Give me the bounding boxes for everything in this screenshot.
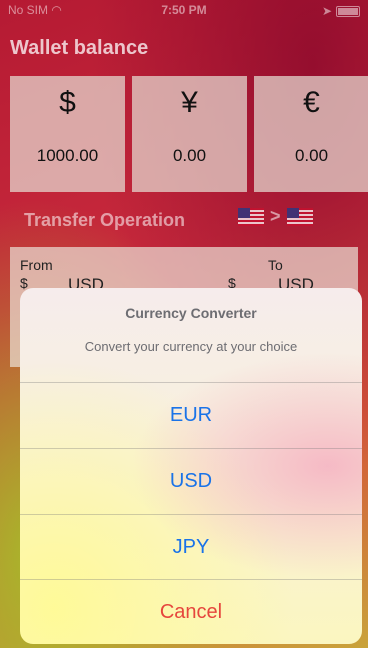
from-label: From (20, 257, 53, 273)
us-flag-icon (238, 207, 264, 226)
location-icon: ➤ (321, 4, 332, 18)
usd-option-button[interactable]: USD (20, 448, 362, 514)
transfer-title: Transfer Operation (24, 210, 186, 230)
currency-card-eur[interactable]: € 0.00 (254, 76, 368, 192)
balance-amount: 0.00 (294, 146, 329, 165)
us-flag-icon (286, 207, 313, 226)
action-sheet-header: Currency Converter Convert your currency… (20, 288, 362, 383)
wallet-title: Wallet balance (10, 37, 149, 59)
status-icons: ➤ (322, 4, 360, 18)
action-sheet-message: Convert your currency at your choice (84, 339, 298, 354)
to-label: To (268, 257, 283, 273)
jpy-option-button[interactable]: JPY (20, 514, 362, 580)
transfer-header: Transfer Operation > (10, 202, 358, 238)
status-bar: No SIM ◠ 7:50 PM ➤ (0, 0, 368, 22)
cancel-button[interactable]: Cancel (20, 579, 362, 644)
dollar-icon: $ (59, 86, 76, 119)
currency-card-jpy[interactable]: ¥ 0.00 (132, 76, 247, 192)
euro-icon: € (303, 86, 320, 119)
status-time: 7:50 PM (161, 3, 207, 17)
currency-card-usd[interactable]: $ 1000.00 (10, 76, 125, 192)
currency-action-sheet: Currency Converter Convert your currency… (20, 288, 362, 644)
chevron-right-icon: > (270, 206, 281, 226)
battery-icon (336, 5, 360, 17)
yen-icon: ¥ (181, 86, 198, 119)
balance-amount: 1000.00 (36, 146, 99, 165)
eur-option-button[interactable]: EUR (20, 382, 362, 448)
action-sheet-title: Currency Converter (125, 305, 257, 321)
transfer-direction[interactable]: > (238, 206, 313, 227)
balance-amount: 0.00 (172, 146, 207, 165)
